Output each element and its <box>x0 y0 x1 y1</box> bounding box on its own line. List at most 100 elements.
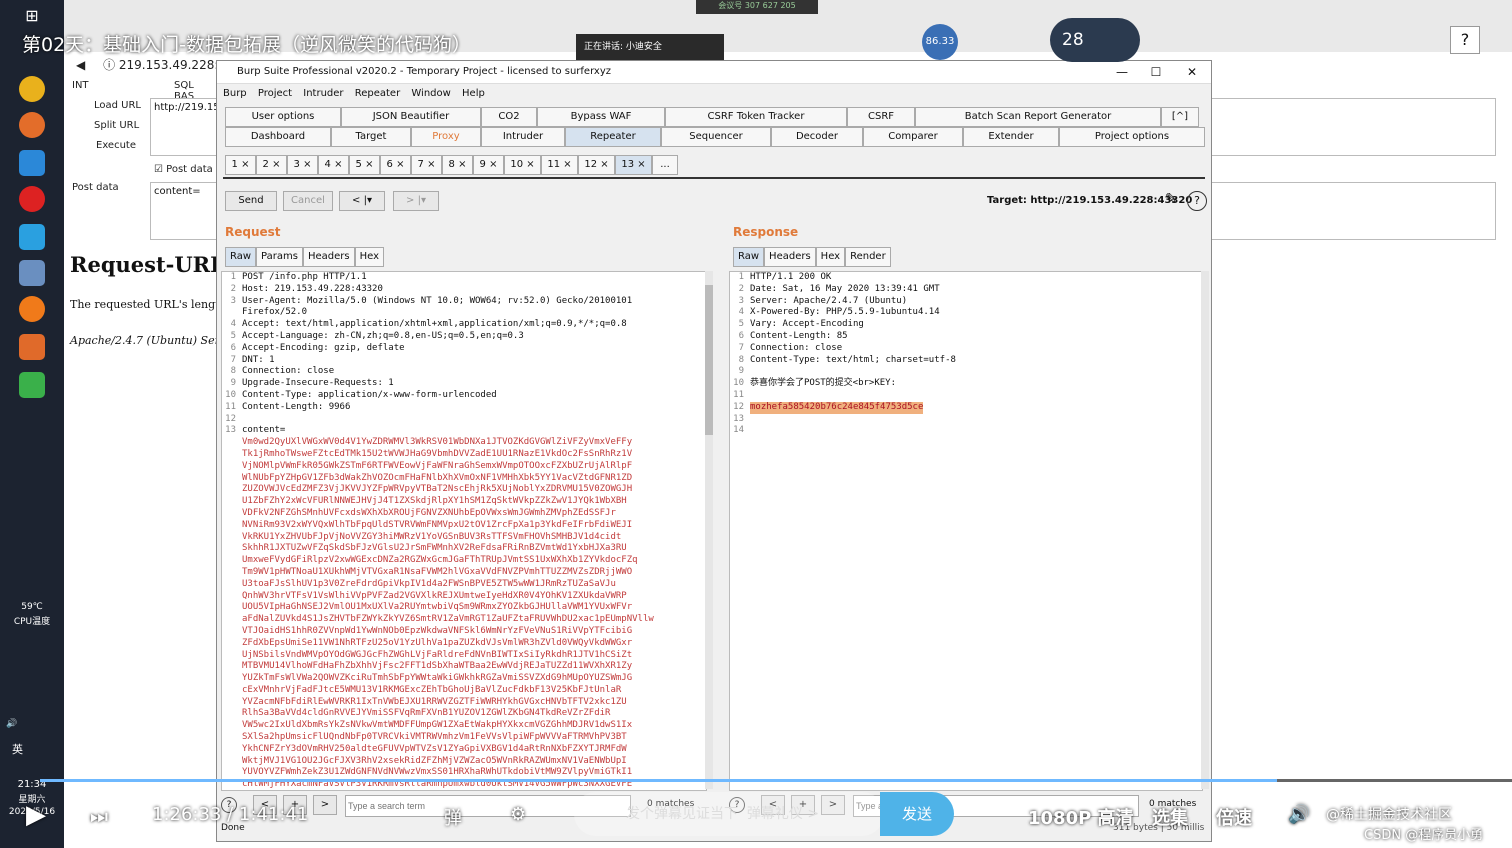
repeater-tab-4[interactable]: 4 × <box>318 155 349 175</box>
request-tab-params[interactable]: Params <box>256 247 303 267</box>
repeater-tab-10[interactable]: 10 × <box>504 155 541 175</box>
help-icon[interactable]: ? <box>1450 26 1480 54</box>
request-scrollbar-thumb[interactable] <box>705 285 713 435</box>
execute-button[interactable]: Execute <box>96 140 136 151</box>
minimize-icon[interactable]: — <box>1105 61 1139 83</box>
next-icon[interactable]: ⏭ <box>90 804 108 828</box>
episodes-button[interactable]: 选集 <box>1152 804 1188 830</box>
app-icon[interactable] <box>19 372 45 398</box>
repeater-tab-12[interactable]: 12 × <box>578 155 615 175</box>
danmaku-etiquette-link[interactable]: 弹幕礼仪 > <box>747 806 819 822</box>
tab-dashboard[interactable]: Dashboard <box>225 127 331 147</box>
line-text: WlNUbFpYZHpGV1ZFb3dWakZhVOZOcmFHaFNlbXhX… <box>242 472 633 483</box>
tab-batch-scan[interactable]: Batch Scan Report Generator <box>915 107 1161 127</box>
request-tab-raw[interactable]: Raw <box>225 247 257 267</box>
int-menu[interactable]: INT <box>72 80 89 91</box>
menu-project[interactable]: Project <box>258 88 292 99</box>
danmaku-settings-icon[interactable]: ⚙ <box>510 804 526 825</box>
volume-icon[interactable]: 🔊 <box>0 719 64 729</box>
code-line: WlNUbFpYZHpGV1ZFb3dWakZhVOZOcmFHaFNlbXhX… <box>222 473 706 485</box>
cancel-button[interactable]: Cancel <box>283 191 333 211</box>
request-title: Request <box>225 225 281 239</box>
target-label[interactable]: Target: http://219.153.49.228:43320 <box>987 195 1192 206</box>
burp-title: Burp Suite Professional v2020.2 - Tempor… <box>237 66 612 77</box>
tab-repeater[interactable]: Repeater <box>565 127 661 147</box>
repeater-tab-9[interactable]: 9 × <box>473 155 504 175</box>
play-icon[interactable]: ▶ <box>26 800 46 830</box>
response-tab-render[interactable]: Render <box>845 247 891 267</box>
menu-window[interactable]: Window <box>411 88 450 99</box>
line-text: SkhhR1JXTUZwVFZqSkdSbFJzVGlsU2JrSmFWMnhX… <box>242 543 627 554</box>
history-back-button[interactable]: < |▾ <box>339 191 385 211</box>
quality-button[interactable]: 1080P 高清 <box>1028 804 1134 830</box>
menu-help[interactable]: Help <box>462 88 485 99</box>
tab-co2[interactable]: CO2 <box>481 107 537 127</box>
line-text: UOU5VIpHaGhNSEJ2VmlOU1MxUXlVa2RUYmtwbiVq… <box>242 602 633 613</box>
response-tab-headers[interactable]: Headers <box>764 247 816 267</box>
chrome-icon[interactable] <box>19 76 45 102</box>
firefox-icon[interactable] <box>19 296 45 322</box>
repeater-tab-13[interactable]: 13 × <box>615 155 652 175</box>
repeater-tab-8[interactable]: 8 × <box>442 155 473 175</box>
request-scrollbar[interactable] <box>705 271 713 789</box>
windows-start-icon[interactable]: ⊞ <box>19 6 45 32</box>
tab-target[interactable]: Target <box>331 127 411 147</box>
tab-expand[interactable]: [^] <box>1161 107 1199 127</box>
close-icon[interactable]: ✕ <box>1175 61 1209 83</box>
video-progress-bar[interactable] <box>40 779 1512 782</box>
app-icon[interactable] <box>19 112 45 138</box>
tab-extender[interactable]: Extender <box>963 127 1059 147</box>
tab-project-options[interactable]: Project options <box>1059 127 1205 147</box>
request-tab-hex[interactable]: Hex <box>354 247 384 267</box>
response-tab-hex[interactable]: Hex <box>815 247 846 267</box>
repeater-tab-2[interactable]: 2 × <box>256 155 287 175</box>
tab-csrf[interactable]: CSRF <box>847 107 915 127</box>
code-line: 4 X-Powered-By: PHP/5.5.9-1ubuntu4.14 <box>730 307 1202 319</box>
load-url-button[interactable]: Load URL <box>94 100 141 111</box>
request-tab-headers[interactable]: Headers <box>302 247 355 267</box>
edit-target-icon[interactable]: ✎ <box>1165 191 1177 207</box>
tab-decoder[interactable]: Decoder <box>771 127 863 147</box>
volume-icon[interactable]: 🔊 <box>1288 804 1310 825</box>
response-editor[interactable]: 1 HTTP/1.1 200 OK 2 Date: Sat, 16 May 2020 … <box>729 271 1203 791</box>
menu-burp[interactable]: Burp <box>223 88 247 99</box>
burp-icon[interactable] <box>19 334 45 360</box>
repeater-tab-1[interactable]: 1 × <box>225 155 256 175</box>
tab-comparer[interactable]: Comparer <box>863 127 963 147</box>
split-url-button[interactable]: Split URL <box>94 120 139 131</box>
post-data-checkbox[interactable]: ☑ Post data <box>154 164 213 175</box>
maximize-icon[interactable]: ☐ <box>1139 61 1173 83</box>
repeater-tab-new[interactable]: ... <box>652 155 678 175</box>
tab-user-options[interactable]: User options <box>225 107 341 127</box>
danmaku-input[interactable]: 发个弹幕见证当下 弹幕礼仪 > <box>574 792 884 836</box>
response-scrollbar[interactable] <box>1201 271 1209 789</box>
repeater-tab-11[interactable]: 11 × <box>541 155 578 175</box>
help-icon[interactable]: ? <box>1187 191 1207 211</box>
back-icon[interactable]: ◀ <box>76 58 85 72</box>
repeater-tab-6[interactable]: 6 × <box>380 155 411 175</box>
menu-intruder[interactable]: Intruder <box>303 88 343 99</box>
app-icon[interactable] <box>19 224 45 250</box>
tab-csrf-token-tracker[interactable]: CSRF Token Tracker <box>665 107 847 127</box>
request-editor[interactable]: 1 POST /info.php HTTP/1.1 2 Host: 219.153.4… <box>221 271 707 791</box>
tab-sequencer[interactable]: Sequencer <box>661 127 771 147</box>
repeater-tab-5[interactable]: 5 × <box>349 155 380 175</box>
ime-indicator[interactable]: 英 <box>0 741 64 757</box>
danmaku-send-button[interactable]: 发送 <box>880 792 954 836</box>
response-tab-raw[interactable]: Raw <box>733 247 765 267</box>
tab-intruder[interactable]: Intruder <box>481 127 565 147</box>
play-overlay-icon[interactable] <box>1398 668 1464 726</box>
repeater-tab-3[interactable]: 3 × <box>287 155 318 175</box>
tab-bypass-waf[interactable]: Bypass WAF <box>537 107 665 127</box>
repeater-tab-7[interactable]: 7 × <box>411 155 442 175</box>
app-icon[interactable] <box>19 150 45 176</box>
tab-proxy[interactable]: Proxy <box>411 127 481 147</box>
menu-repeater[interactable]: Repeater <box>355 88 400 99</box>
send-button[interactable]: Send <box>225 191 277 211</box>
app-icon[interactable] <box>19 260 45 286</box>
speed-button[interactable]: 倍速 <box>1216 804 1252 830</box>
tab-json-beautifier[interactable]: JSON Beautifier <box>341 107 481 127</box>
history-forward-button[interactable]: > |▾ <box>393 191 439 211</box>
opera-icon[interactable] <box>19 186 45 212</box>
danmaku-toggle-icon[interactable]: 弹 <box>444 804 462 830</box>
